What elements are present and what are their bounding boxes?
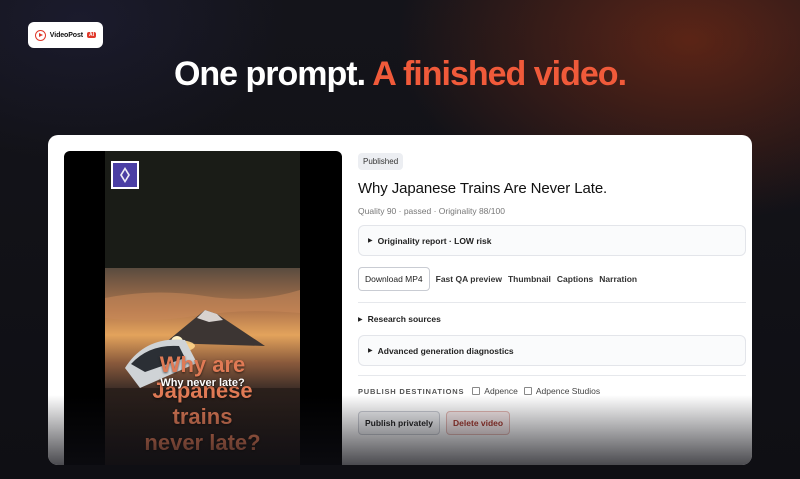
fast-qa-preview-link[interactable]: Fast QA preview <box>436 274 502 284</box>
video-title: Why Japanese Trains Are Never Late. <box>358 180 608 197</box>
video-player[interactable]: Why are Japanese trains never late? Why … <box>64 151 342 465</box>
caption-line-1: Why are <box>159 352 246 377</box>
triangle-right-icon: ▶ <box>358 316 363 323</box>
publish-destinations: PUBLISH DESTINATIONS Adpence Adpence Stu… <box>358 383 746 399</box>
research-sources-toggle[interactable]: ▶ Research sources <box>358 303 746 335</box>
subtitle-caption: Why never late? <box>160 377 245 389</box>
originality-report-label: Originality report · LOW risk <box>377 235 492 246</box>
triangle-right-icon: ▶ <box>368 348 373 354</box>
checkbox[interactable] <box>472 387 481 395</box>
video-actions: Download MP4 Fast QA preview Thumbnail C… <box>358 267 746 291</box>
narration-link[interactable]: Narration <box>599 274 637 284</box>
brand-tag: AI <box>87 32 96 38</box>
video-details: Published Why Japanese Trains Are Never … <box>358 151 746 435</box>
video-frame: Why are Japanese trains never late? Why … <box>105 151 300 465</box>
headline-part2: A finished video. <box>372 55 627 93</box>
publish-destinations-label: PUBLISH DESTINATIONS <box>358 386 465 396</box>
originality-report-toggle[interactable]: ▶ Originality report · LOW risk <box>358 225 746 256</box>
divider <box>358 375 746 376</box>
delete-video-button[interactable]: Delete video <box>446 411 511 435</box>
publish-privately-button[interactable]: Publish privately <box>358 411 441 435</box>
diagnostics-toggle[interactable]: ▶ Advanced generation diagnostics <box>358 335 746 366</box>
checkbox[interactable] <box>523 387 532 395</box>
quality-meta: Quality 90 · passed · Originality 88/100 <box>358 206 505 216</box>
status-badge: Published <box>358 153 404 170</box>
video-card: Why are Japanese trains never late? Why … <box>48 135 752 465</box>
hero-headline: One prompt. A finished video. <box>0 55 800 94</box>
caption-line-4: never late? <box>144 430 261 455</box>
brand-name: VideoPost <box>49 31 83 39</box>
download-mp4-button[interactable]: Download MP4 <box>358 267 430 291</box>
channel-avatar-icon <box>113 163 137 187</box>
triangle-right-icon: ▶ <box>368 238 373 244</box>
destination-adpence[interactable]: Adpence <box>472 386 518 396</box>
research-sources-label: Research sources <box>367 314 441 324</box>
thumbnail-link[interactable]: Thumbnail <box>508 274 551 284</box>
destination-adpence-studios[interactable]: Adpence Studios <box>523 386 601 396</box>
destination-label: Adpence Studios <box>535 386 601 396</box>
headline-part1: One prompt. <box>173 55 366 93</box>
play-icon <box>35 29 46 41</box>
destination-label: Adpence <box>484 386 518 396</box>
video-top-area <box>105 151 300 268</box>
bottom-actions: Publish privately Delete video <box>358 411 746 435</box>
captions-link[interactable]: Captions <box>557 274 593 284</box>
channel-avatar <box>111 161 139 189</box>
diagnostics-label: Advanced generation diagnostics <box>377 345 514 356</box>
caption-line-3: trains <box>172 404 233 429</box>
brand-logo[interactable]: VideoPost AI <box>28 22 103 48</box>
